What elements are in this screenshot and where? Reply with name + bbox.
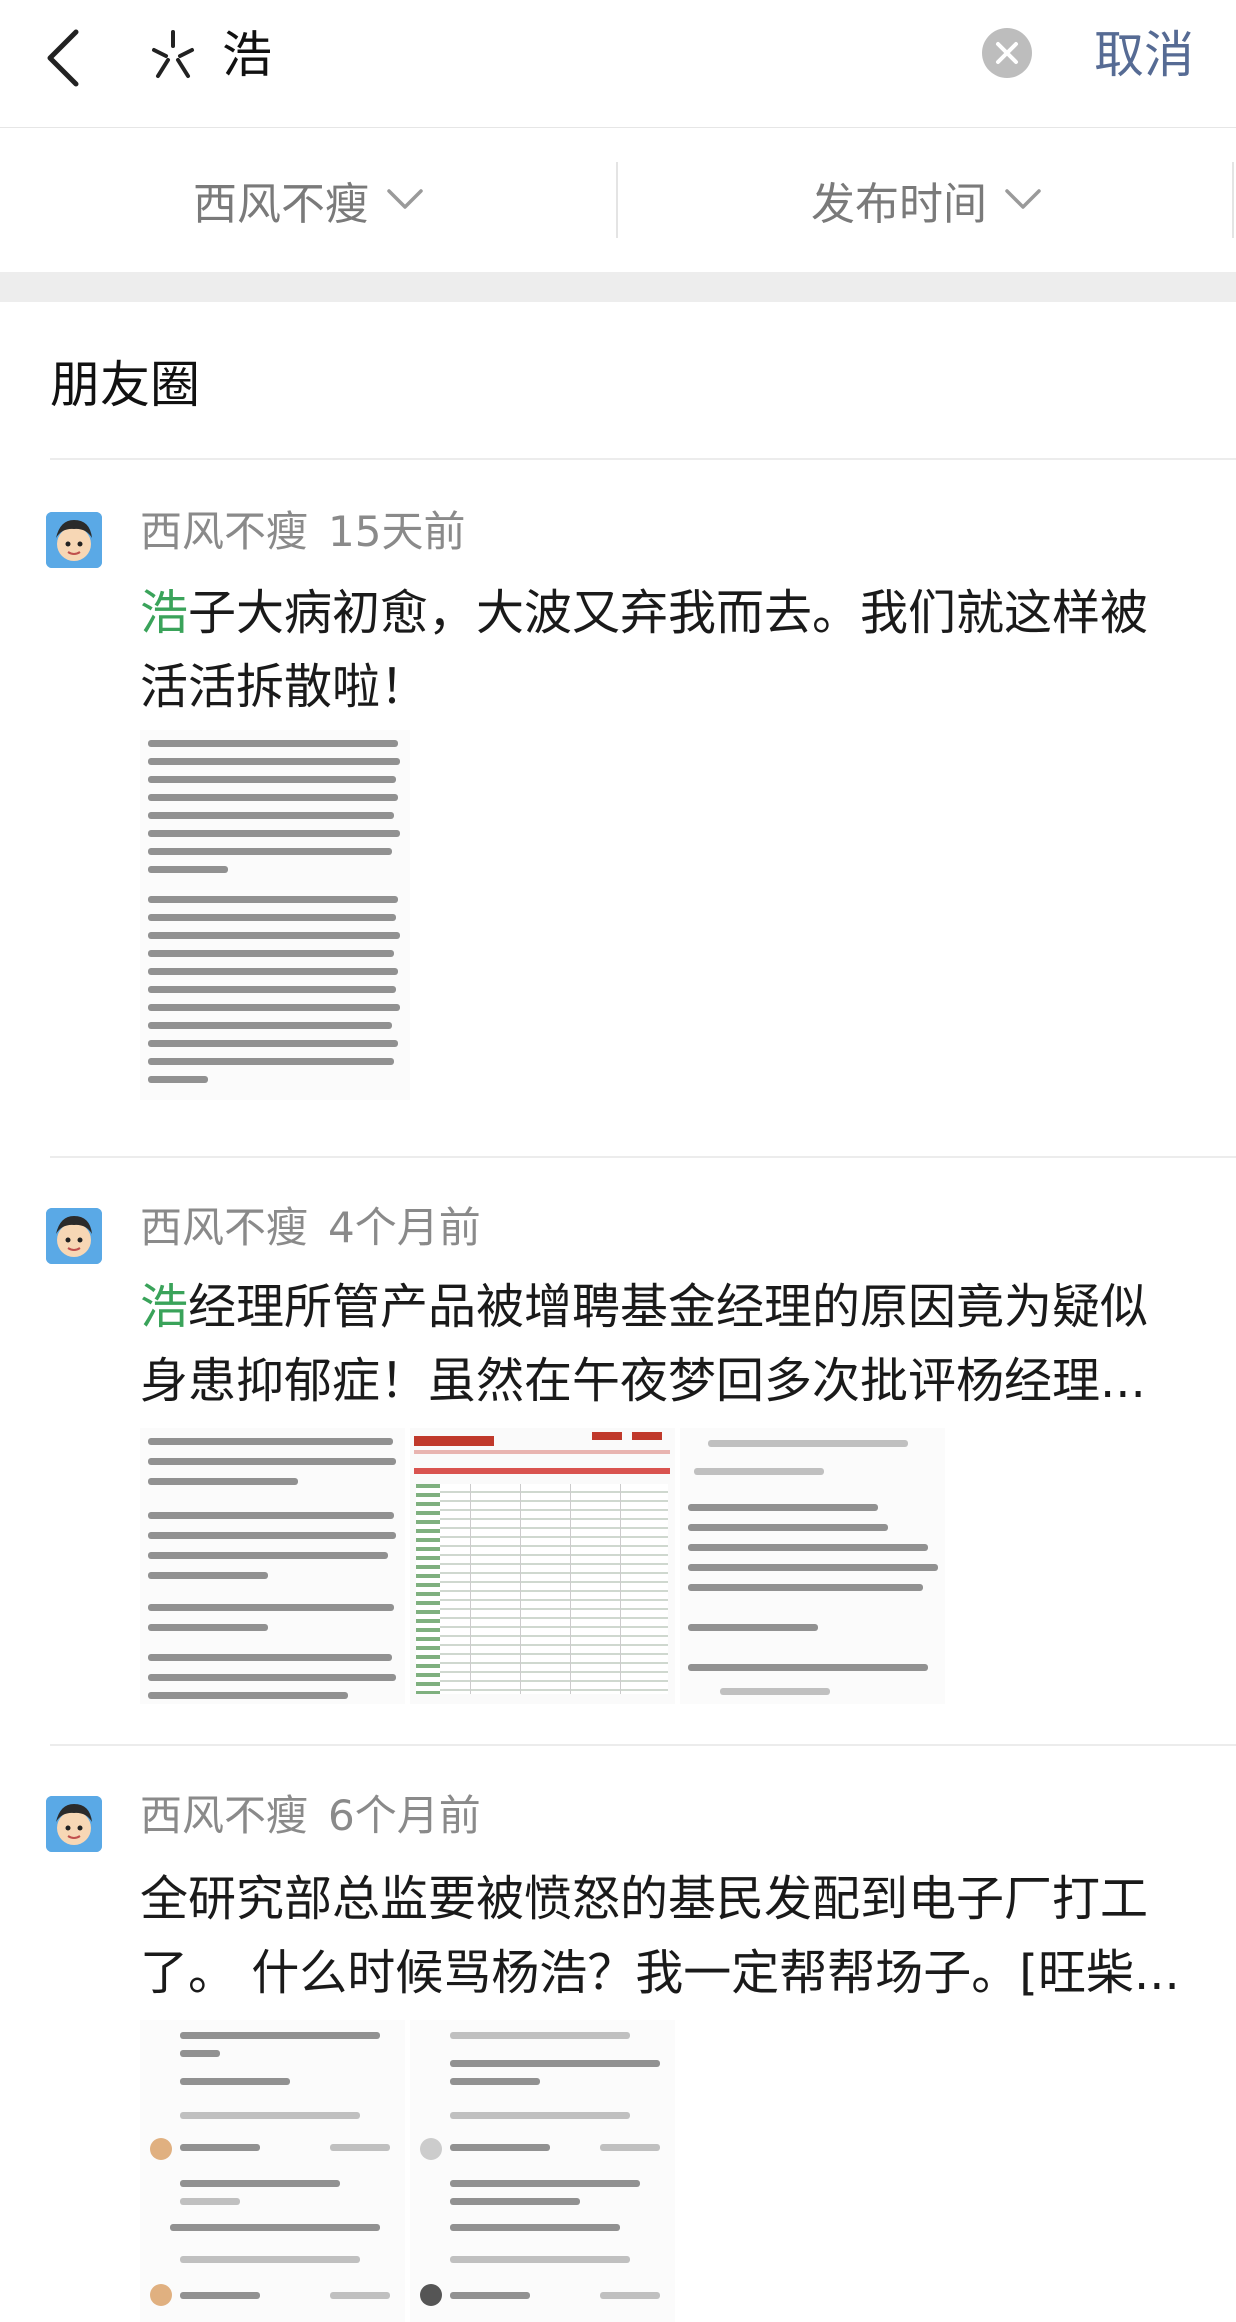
search-bar: 浩 取消: [0, 0, 1236, 128]
author-filter-label: 西风不瘦: [193, 179, 369, 230]
post-text-line: 子大病初愈，大波又弃我而去。我们就这样被: [188, 585, 1149, 641]
post-meta: 西风不瘦 4个月前: [140, 1200, 481, 1256]
post-text-line: 了。 什么时候骂杨浩？我一定帮帮场子。[旺柴...: [140, 1945, 1180, 2001]
post-text-line: 活活拆散啦！: [140, 659, 429, 715]
post-author[interactable]: 西风不瘦: [140, 1203, 308, 1252]
section-title: 朋友圈: [50, 356, 200, 414]
time-filter[interactable]: 发布时间: [618, 128, 1236, 272]
divider: [50, 458, 1236, 460]
post-text-line: 经理所管产品被增聘基金经理的原因竟为疑似: [188, 1279, 1149, 1335]
post-image[interactable]: [140, 730, 410, 1100]
post-time: 6个月前: [328, 1791, 481, 1840]
post-text[interactable]: 浩经理所管产品被增聘基金经理的原因竟为疑似 身患抑郁症！虽然在午夜梦回多次批评杨…: [140, 1270, 1200, 1418]
post-image[interactable]: [410, 2020, 675, 2322]
sparkle-icon: [148, 26, 198, 82]
post-text-line: 身患抑郁症！虽然在午夜梦回多次批评杨经理...: [140, 1353, 1146, 1409]
divider: [50, 1744, 1236, 1746]
post-text[interactable]: 浩子大病初愈，大波又弃我而去。我们就这样被 活活拆散啦！: [140, 576, 1200, 724]
section-gap: [0, 272, 1236, 302]
cancel-button[interactable]: 取消: [1094, 20, 1194, 90]
search-highlight: 浩: [140, 1279, 189, 1335]
post-meta: 西风不瘦 6个月前: [140, 1788, 481, 1844]
close-circle-icon[interactable]: [982, 28, 1032, 78]
divider: [50, 1156, 1236, 1158]
post-image[interactable]: [680, 1428, 945, 1704]
time-filter-label: 发布时间: [811, 179, 987, 230]
post-meta: 西风不瘦 15天前: [140, 504, 465, 560]
post-text[interactable]: 全研究部总监要被愤怒的基民发配到电子厂打工 了。 什么时候骂杨浩？我一定帮帮场子…: [140, 1862, 1200, 2010]
post-time: 15天前: [328, 507, 466, 556]
back-icon[interactable]: [36, 22, 96, 92]
post-image[interactable]: [410, 1428, 675, 1704]
post-time: 4个月前: [328, 1203, 481, 1252]
search-query-text[interactable]: 浩: [222, 20, 272, 90]
chevron-down-icon: [387, 189, 423, 209]
avatar[interactable]: [46, 512, 102, 568]
filter-divider: [1232, 162, 1234, 238]
post-image[interactable]: [140, 2020, 405, 2322]
avatar[interactable]: [46, 1796, 102, 1852]
filter-bar: 西风不瘦 发布时间: [0, 128, 1236, 272]
search-highlight: 浩: [140, 585, 189, 641]
avatar[interactable]: [46, 1208, 102, 1264]
chevron-down-icon: [1005, 189, 1041, 209]
post-author[interactable]: 西风不瘦: [140, 507, 308, 556]
post-text-line: 全研究部总监要被愤怒的基民发配到电子厂打工: [140, 1871, 1149, 1927]
post-image[interactable]: [140, 1428, 405, 1704]
post-author[interactable]: 西风不瘦: [140, 1791, 308, 1840]
author-filter[interactable]: 西风不瘦: [0, 128, 618, 272]
